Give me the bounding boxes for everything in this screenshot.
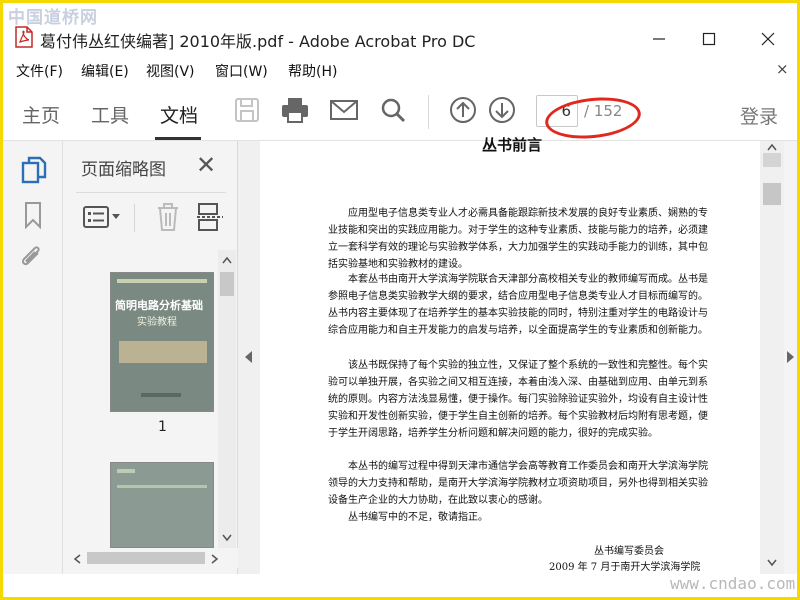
thumbnail-cover-title: 简明电路分析基础	[115, 299, 203, 312]
close-document-button[interactable]: ×	[776, 60, 789, 78]
watermark-bottom: www.cndao.com	[670, 574, 796, 593]
paragraph: 本丛书的编写过程中得到天津市通信学会高等教育工作委员会和南开大学滨海学院领导的大…	[328, 461, 708, 506]
menu-file[interactable]: 文件(F)	[16, 61, 63, 81]
chevron-down-icon	[222, 534, 232, 542]
page-heading: 丛书前言	[482, 136, 543, 154]
thumbnail-cover-band	[117, 485, 207, 488]
right-panel-toggle[interactable]	[784, 141, 797, 574]
toolbar-separator	[428, 95, 429, 129]
menu-edit[interactable]: 编辑(E)	[81, 61, 129, 81]
minimize-icon	[653, 38, 665, 40]
scrollbar-thumb[interactable]	[763, 183, 781, 205]
tab-home[interactable]: 主页	[22, 101, 60, 128]
page-thumbnails-icon	[21, 156, 47, 184]
delete-page-button[interactable]	[155, 202, 181, 232]
attachments-button[interactable]	[18, 243, 46, 273]
signature-committee: 丛书编写委员会	[594, 546, 664, 557]
trash-icon	[158, 203, 178, 231]
page-thumbnail-2[interactable]	[110, 462, 214, 548]
scrollbar-thumb[interactable]	[87, 552, 205, 564]
login-button[interactable]: 登录	[740, 102, 778, 129]
maximize-icon	[702, 32, 716, 46]
paragraph: 丛书编写中的不足，敬请指正。	[348, 512, 488, 523]
signature-date: 2009 年 7 月于南开大学滨海学院	[549, 562, 701, 573]
panel-toolbar-separator	[134, 204, 135, 232]
chevron-right-icon	[211, 554, 219, 564]
close-window-button[interactable]	[745, 24, 791, 54]
attachment-icon	[21, 246, 40, 266]
thumbnail-page-label: 1	[158, 419, 167, 435]
thumbnails-scrollbar[interactable]	[218, 250, 236, 550]
acrobat-document-icon	[14, 26, 34, 48]
search-icon	[381, 98, 406, 123]
expand-arrow-icon	[787, 351, 794, 363]
active-tab-indicator	[155, 137, 201, 140]
email-icon	[330, 100, 358, 120]
thumbnails-horizontal-scrollbar[interactable]	[63, 548, 238, 568]
menu-help[interactable]: 帮助(H)	[288, 61, 337, 81]
scrollbar-thumb[interactable]	[220, 272, 234, 296]
thumbnail-cover-image	[119, 341, 207, 363]
thumbnail-cover-band	[117, 279, 207, 283]
extract-page-button[interactable]	[196, 202, 224, 232]
thumbnail-options-button[interactable]	[82, 204, 122, 230]
menu-window[interactable]: 窗口(W)	[215, 61, 268, 81]
scrollbar-track-segment	[763, 153, 781, 167]
search-button[interactable]	[378, 95, 408, 125]
tab-document[interactable]: 文档	[160, 101, 198, 128]
close-icon	[761, 32, 775, 46]
next-page-button[interactable]	[487, 95, 517, 125]
save-icon	[235, 98, 259, 122]
chevron-left-icon	[73, 554, 81, 564]
minimize-button[interactable]	[636, 24, 682, 54]
bookmark-icon	[25, 202, 41, 230]
print-icon	[282, 98, 308, 123]
page-thumbnail-1[interactable]: 简明电路分析基础 实验教程	[110, 272, 214, 412]
paragraph: 应用型电子信息类专业人才必需具备能跟踪新技术发展的良好专业素质、娴熟的专业技能和…	[328, 208, 708, 270]
collapse-arrow-icon	[245, 351, 252, 363]
maximize-button[interactable]	[686, 24, 732, 54]
thumbnail-cover-band	[117, 469, 135, 473]
watermark-top: 中国道桥网	[8, 8, 98, 28]
arrow-up-circle-icon	[450, 97, 476, 123]
chevron-up-icon	[222, 256, 232, 264]
chevron-down-icon	[767, 559, 777, 567]
thumbnails-panel-title: 页面缩略图	[81, 160, 166, 180]
options-menu-icon	[83, 206, 120, 228]
save-button[interactable]	[232, 95, 262, 125]
close-panel-button[interactable]: ✕	[196, 151, 216, 179]
panel-splitter[interactable]	[238, 141, 260, 574]
thumbnail-cover-subtitle: 实验教程	[137, 317, 177, 328]
split-page-icon	[197, 203, 223, 231]
panel-divider	[76, 192, 226, 193]
tab-tools[interactable]: 工具	[91, 101, 129, 128]
arrow-down-circle-icon	[489, 97, 515, 123]
window-title: 葛付伟丛红侠编著] 2010年版.pdf - Adobe Acrobat Pro…	[40, 32, 476, 51]
previous-page-button[interactable]	[448, 95, 478, 125]
document-scrollbar[interactable]	[760, 141, 784, 574]
paragraph: 本套丛书由南开大学滨海学院联合天津部分高校相关专业的教师编写而成。丛书是参照电子…	[328, 274, 708, 336]
paragraph: 该丛书既保持了每个实验的独立性，又保证了整个系统的一致性和完整性。每个实验可以单…	[328, 360, 708, 439]
page-thumbnails-button[interactable]	[20, 155, 48, 185]
email-button[interactable]	[329, 95, 359, 125]
thumbnail-cover-publisher	[141, 393, 181, 397]
menu-view[interactable]: 视图(V)	[146, 61, 195, 81]
print-button[interactable]	[280, 95, 310, 125]
chevron-up-icon	[767, 143, 777, 151]
bookmarks-button[interactable]	[22, 201, 44, 230]
